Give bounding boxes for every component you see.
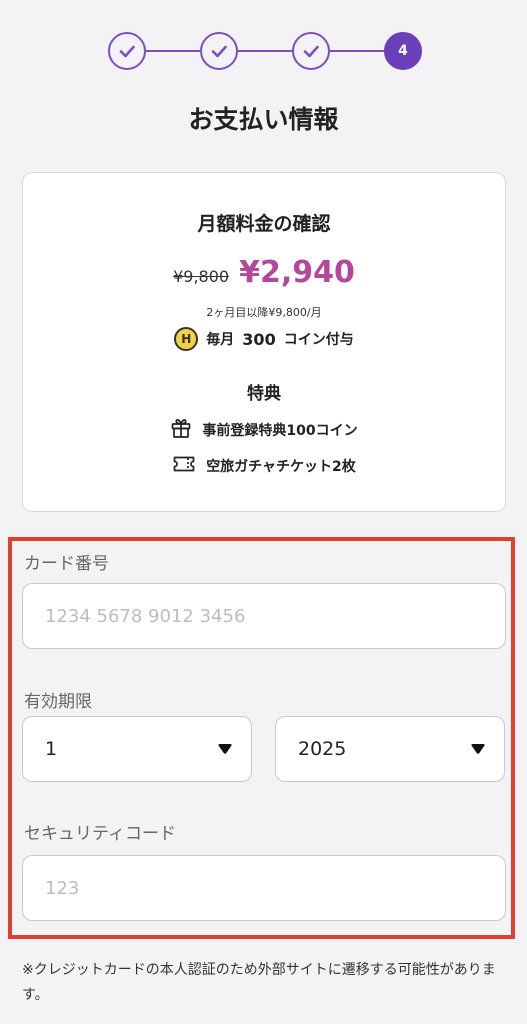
page-title: お支払い情報 (188, 105, 339, 134)
security-code-input[interactable] (22, 855, 506, 921)
step-3-complete-icon (292, 32, 330, 70)
step-connector (146, 49, 200, 53)
perks-title: 特典 (247, 384, 281, 404)
security-code-label: セキュリティコード (24, 824, 176, 844)
perk-label: 空旅ガチャチケット2枚 (206, 459, 356, 475)
expiry-year-select[interactable]: 2025 (275, 716, 505, 782)
expiry-label: 有効期限 (24, 692, 92, 712)
coin-amount: 300 (242, 329, 276, 349)
card-number-input[interactable] (22, 583, 506, 649)
expiry-year-value: 2025 (298, 738, 347, 760)
perk-item: 事前登録特典100コイン (23, 417, 505, 443)
card-form-highlight: カード番号 有効期限 1 2025 セキュリティコード (8, 537, 515, 939)
card-number-label: カード番号 (24, 554, 109, 574)
caret-down-icon (470, 743, 486, 755)
caret-down-icon (217, 743, 233, 755)
price-row: ¥9,800 ¥2,940 (23, 255, 505, 290)
step-1-complete-icon (108, 32, 146, 70)
expiry-month-value: 1 (45, 738, 58, 760)
step-connector (330, 49, 384, 53)
ticket-icon (172, 454, 196, 478)
gift-icon (170, 417, 192, 443)
price-note: 2ヶ月目以降¥9,800/月 (206, 306, 322, 319)
discount-price: ¥2,940 (239, 255, 355, 290)
redirect-note: ※クレジットカードの本人認証のため外部サイトに遷移する可能性があります。 (22, 962, 496, 1003)
original-price: ¥9,800 (173, 267, 230, 286)
coin-prefix: 毎月 (206, 332, 235, 348)
step-4-current: 4 (384, 32, 422, 70)
expiry-month-select[interactable]: 1 (22, 716, 252, 782)
coin-suffix: コイン付与 (283, 332, 354, 348)
perk-label: 事前登録特典100コイン (202, 423, 358, 439)
plan-title: 月額料金の確認 (197, 213, 331, 235)
coin-grant: H 毎月 300 コイン付与 (23, 327, 505, 351)
progress-stepper: 4 (108, 32, 422, 70)
step-2-complete-icon (200, 32, 238, 70)
plan-summary-card: 月額料金の確認 ¥9,800 ¥2,940 2ヶ月目以降¥9,800/月 H 毎… (22, 172, 506, 512)
perk-item: 空旅ガチャチケット2枚 (23, 454, 505, 478)
coin-icon: H (174, 327, 199, 351)
step-connector (238, 49, 292, 53)
